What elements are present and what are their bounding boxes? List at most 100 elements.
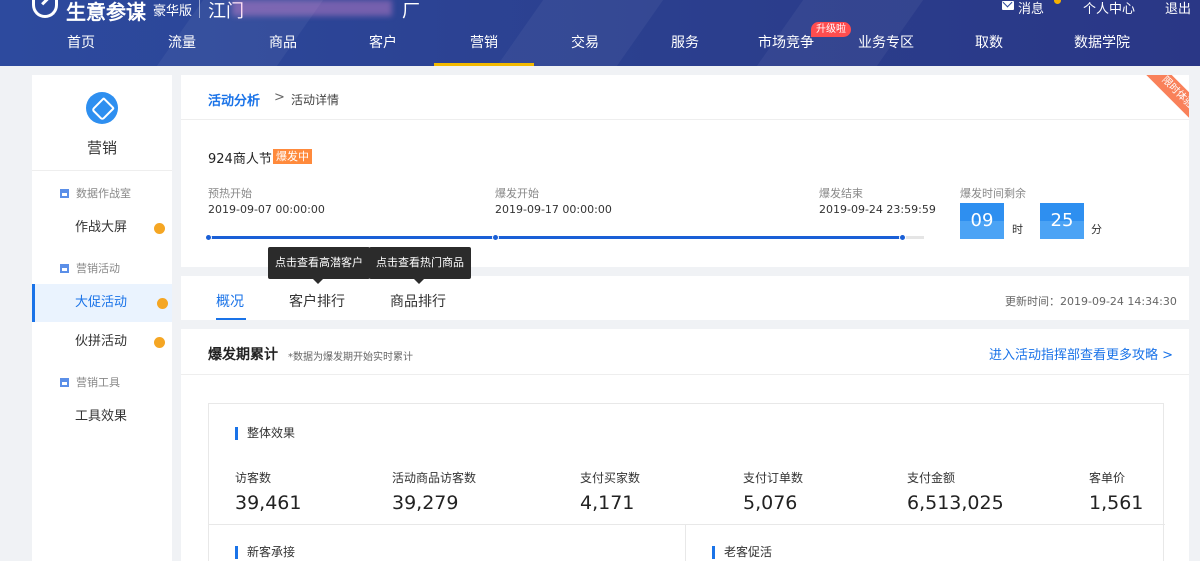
new-customer-title: 新客承接 <box>235 546 295 559</box>
header-divider <box>199 0 200 18</box>
stage-burst-end-label: 爆发结束 <box>819 187 863 200</box>
sidebar-item-label: 伙拼活动 <box>75 334 128 349</box>
divider <box>685 524 686 561</box>
event-panel: 活动分析 > 活动详情 限时体验 924商人节 爆发中 预热开始 2019-09… <box>181 75 1189 267</box>
status-dot <box>154 337 165 348</box>
tooltip-hot-products: 点击查看热门商品 <box>369 247 471 284</box>
nav-data-fetch[interactable]: 取数 <box>958 30 1020 66</box>
nav-service[interactable]: 服务 <box>654 30 716 66</box>
sidebar-header: 营销 <box>32 75 172 171</box>
timeline-dot-burst-start <box>492 234 499 241</box>
metric-visitors-value: 39,461 <box>235 492 302 514</box>
main-nav: 首页 流量 商品 客户 营销 交易 服务 市场竞争 业务专区 取数 数据学院 <box>0 30 1200 66</box>
metric-visitors-label: 访客数 <box>235 471 272 485</box>
mail-icon[interactable] <box>1002 1 1014 10</box>
nav-transactions[interactable]: 交易 <box>554 30 616 66</box>
sidebar-group-campaigns: 营销活动 <box>60 260 120 276</box>
countdown-hours-value: 09 <box>970 210 994 231</box>
tabs-panel: 概况 客户排行 商品排行 更新时间：2019-09-24 14:34:30 <box>181 276 1189 320</box>
metric-orders-label: 支付订单数 <box>743 471 804 485</box>
stage-warmup-time: 2019-09-07 00:00:00 <box>208 203 325 216</box>
metric-amount-value: 6,513,025 <box>907 492 1004 514</box>
metric-product-visitors-value: 39,279 <box>392 492 459 514</box>
timeline-dot-current <box>899 234 906 241</box>
metric-amount-label: 支付金额 <box>907 471 956 485</box>
building-icon <box>60 264 69 273</box>
tab-customer-ranking[interactable]: 客户排行 <box>289 291 345 311</box>
shop-name-blur <box>232 0 392 16</box>
breadcrumb-current: 活动详情 <box>291 93 340 107</box>
profile-link[interactable]: 个人中心 <box>1083 0 1135 17</box>
event-name: 924商人节 <box>208 152 272 167</box>
countdown-minutes: 25 <box>1040 203 1084 239</box>
breadcrumb-activity-analysis[interactable]: 活动分析 <box>208 90 260 109</box>
sidebar-item-label: 工具效果 <box>75 409 128 424</box>
event-timeline <box>205 234 924 241</box>
active-tab-indicator <box>216 318 246 320</box>
messages-link[interactable]: 消息 <box>1018 0 1044 17</box>
logout-link[interactable]: 退出 <box>1165 0 1191 17</box>
compass-logo-icon[interactable] <box>32 0 58 18</box>
status-dot <box>154 223 165 234</box>
nav-academy[interactable]: 数据学院 <box>1050 30 1154 66</box>
stage-burst-start-label: 爆发开始 <box>495 187 539 200</box>
top-header: 生意参谋 豪华版 江门 厂 消息 个人中心 退出 首页 流量 商品 客户 营销 … <box>0 0 1200 66</box>
section-title: 爆发期累计 <box>208 347 278 363</box>
divider <box>181 374 1189 375</box>
nav-business-zone[interactable]: 业务专区 <box>848 30 924 66</box>
overall-card: 整体效果 访客数 39,461 活动商品访客数 39,279 支付买家数 4,1… <box>208 403 1165 561</box>
sidebar: 营销 数据作战室 作战大屏 营销活动 大促活动 伙拼活动 营销工具 工具效果 <box>32 75 172 561</box>
breadcrumb-separator: > <box>274 90 285 105</box>
sidebar-item-label: 大促活动 <box>75 295 128 310</box>
edition-label: 豪华版 <box>153 4 193 19</box>
nav-traffic[interactable]: 流量 <box>151 30 213 66</box>
metric-buyers-label: 支付买家数 <box>580 471 641 485</box>
nav-products[interactable]: 商品 <box>252 30 314 66</box>
brand-title[interactable]: 生意参谋 <box>66 0 146 25</box>
metric-product-visitors-label: 活动商品访客数 <box>392 471 477 485</box>
stage-burst-end-time: 2019-09-24 23:59:59 <box>819 203 936 216</box>
countdown-hours: 09 <box>960 203 1004 239</box>
metric-avg-price-value: 1,561 <box>1089 492 1144 514</box>
shop-name-suffix: 厂 <box>402 1 420 22</box>
timeline-dot-warmup <box>205 234 212 241</box>
nav-marketing[interactable]: 营销 <box>434 30 534 66</box>
countdown-hours-unit: 时 <box>1012 223 1023 236</box>
nav-home[interactable]: 首页 <box>50 30 112 66</box>
sidebar-item-battle-screen[interactable]: 作战大屏 <box>32 209 172 247</box>
sidebar-item-group-buy[interactable]: 伙拼活动 <box>32 323 172 361</box>
sidebar-item-label: 作战大屏 <box>75 220 128 235</box>
notification-dot <box>1054 0 1061 4</box>
tag-icon <box>86 92 118 124</box>
old-customer-title: 老客促活 <box>712 546 772 559</box>
building-icon <box>60 378 69 387</box>
tooltip-high-potential-customers: 点击查看高潜客户 <box>268 247 370 284</box>
metric-buyers-value: 4,171 <box>580 492 635 514</box>
sidebar-item-big-promo[interactable]: 大促活动 <box>32 284 172 322</box>
tab-product-ranking[interactable]: 商品排行 <box>390 291 446 311</box>
stage-warmup-label: 预热开始 <box>208 187 252 200</box>
countdown-label: 爆发时间剩余 <box>960 187 1026 200</box>
building-icon <box>60 189 69 198</box>
sidebar-group-battle-room: 数据作战室 <box>60 185 131 201</box>
status-dot <box>157 298 168 309</box>
timeline-progress <box>208 236 903 239</box>
sidebar-group-label: 数据作战室 <box>76 187 131 200</box>
sidebar-group-tools: 营销工具 <box>60 374 120 390</box>
upgrade-badge: 升级啦 <box>811 22 851 37</box>
sidebar-group-label: 营销活动 <box>76 262 120 275</box>
summary-panel: 爆发期累计 *数据为爆发期开始实时累计 进入活动指挥部查看更多攻略 > 整体效果… <box>181 329 1189 561</box>
section-note: *数据为爆发期开始实时累计 <box>288 352 413 363</box>
update-time: 更新时间：2019-09-24 14:34:30 <box>1005 295 1177 308</box>
overall-effect-title: 整体效果 <box>235 427 295 440</box>
command-center-link[interactable]: 进入活动指挥部查看更多攻略 > <box>989 344 1173 363</box>
nav-customers[interactable]: 客户 <box>352 30 414 66</box>
sidebar-title: 营销 <box>86 139 117 157</box>
sidebar-item-tool-effect[interactable]: 工具效果 <box>32 398 172 436</box>
tab-overview[interactable]: 概况 <box>216 291 244 311</box>
event-status-badge: 爆发中 <box>273 149 312 164</box>
countdown-minutes-value: 25 <box>1050 210 1074 231</box>
countdown-minutes-unit: 分 <box>1091 223 1102 236</box>
sidebar-group-label: 营销工具 <box>76 376 120 389</box>
divider <box>181 119 1189 120</box>
